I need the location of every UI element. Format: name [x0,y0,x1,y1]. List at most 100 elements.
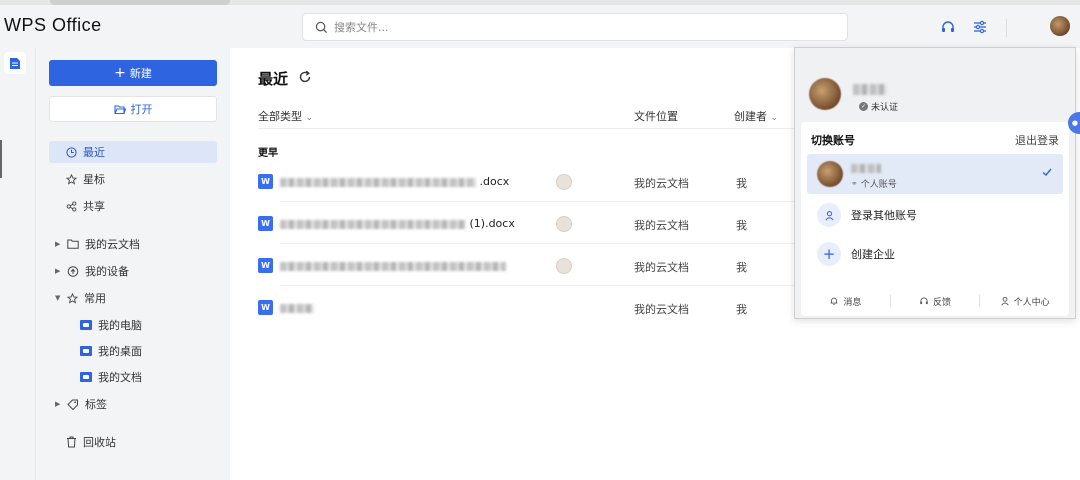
sidebar: + 新建 打开 最近 星标 共享 ▶ 我的云文档 ▶ 我的设备 ▼ 常用 我的电… [36,48,230,480]
sidebar-item-cloud-docs[interactable]: ▶ 我的云文档 [49,233,217,255]
sidebar-item-starred[interactable]: 星标 [49,168,217,190]
table-row[interactable]: W (1).docx 我的云文档 我 [258,202,798,244]
chevron-down-icon: ⌄ [305,113,314,123]
file-name [280,301,314,314]
sidebar-item-label: 回收站 [83,436,116,449]
open-button-label: 打开 [130,103,153,116]
avatar [556,258,572,274]
column-header-location: 文件位置 [634,110,678,123]
sidebar-item-tags[interactable]: ▶ 标签 [49,393,217,415]
verify-badge-icon: ✓ [859,102,868,111]
new-button-label: 新建 [129,67,152,80]
app-logo: WPS Office [4,15,102,35]
left-rail [0,48,36,480]
sidebar-item-label: 我的文档 [98,371,142,384]
user-name [853,82,887,96]
group-label: 更早 [258,148,278,159]
sidebar-item-common[interactable]: ▼ 常用 [49,287,217,309]
sidebar-item-my-computer[interactable]: 我的电脑 [80,314,142,336]
account-type: ⚭ 个人账号 [851,177,897,190]
headset-icon [920,297,928,305]
caret-down-icon[interactable]: ▼ [55,294,60,302]
filter-type-dropdown[interactable]: 全部类型 ⌄ [258,108,313,124]
sidebar-item-recent[interactable]: 最近 [49,141,217,163]
word-doc-icon: W [258,300,273,315]
folder-icon [80,372,92,382]
column-header-creator: 创建者 [734,110,767,123]
personal-center-button[interactable]: 个人中心 [980,295,1069,308]
file-creator: 我 [736,303,747,316]
messages-label: 消息 [843,297,862,308]
sidebar-item-shared[interactable]: 共享 [49,195,217,217]
sidebar-item-label: 星标 [83,173,105,186]
tag-icon [67,399,78,410]
verification-status[interactable]: ✓ 未认证 [859,100,898,113]
table-row[interactable]: W 我的云文档 我 [258,244,798,286]
account-name [851,161,881,175]
doc-icon[interactable] [4,52,26,74]
user-avatar[interactable] [1050,16,1070,36]
sidebar-item-label: 共享 [83,200,105,213]
word-doc-icon: W [258,216,273,231]
login-other-account-label: 登录其他账号 [851,209,917,222]
sidebar-item-trash[interactable]: 回收站 [49,431,217,453]
sidebar-item-label: 我的电脑 [98,319,142,332]
caret-right-icon[interactable]: ▶ [55,267,60,275]
header-divider [258,128,798,129]
sidebar-item-label: 我的设备 [85,265,129,278]
account-card: 切换账号 退出登录 ⚭ 个人账号 登录其他账号 + 创建企业 消息 反馈 个人中… [801,122,1069,316]
column-header-creator-dropdown[interactable]: 创建者 ⌄ [734,108,778,124]
caret-right-icon[interactable]: ▶ [55,240,60,248]
folder-icon [67,239,79,249]
file-name [280,259,506,272]
word-doc-icon: W [258,174,273,189]
rail-marker [0,140,2,178]
redacted-text [280,219,466,229]
search-box[interactable] [302,13,848,41]
user-icon [1000,296,1009,306]
logout-button[interactable]: 退出登录 [1015,132,1059,148]
file-location: 我的云文档 [634,303,689,316]
personal-center-label: 个人中心 [1013,297,1050,308]
current-account-item[interactable]: ⚭ 个人账号 [807,154,1063,194]
cloud-upload-icon [67,265,79,277]
settings-sliders-icon[interactable] [972,19,988,35]
folder-icon [80,346,92,356]
assistant-icon: ● [1071,119,1078,127]
switch-account-heading: 切换账号 [811,134,855,147]
plus-icon: + [114,65,126,81]
verification-status-label: 未认证 [871,103,899,113]
headset-icon[interactable] [940,19,956,35]
sidebar-item-my-desktop[interactable]: 我的桌面 [80,340,142,362]
popup-footer: 消息 反馈 个人中心 [801,286,1069,316]
sidebar-item-devices[interactable]: ▶ 我的设备 [49,260,217,282]
sidebar-item-label: 我的云文档 [85,238,140,251]
share-icon [66,200,77,212]
table-row[interactable]: W .docx 我的云文档 我 [258,160,798,202]
table-row[interactable]: W 我的云文档 我 [258,286,798,328]
messages-button[interactable]: 消息 [801,295,890,308]
new-button[interactable]: + 新建 [49,60,217,86]
open-button[interactable]: 打开 [49,96,217,122]
feedback-button[interactable]: 反馈 [891,295,980,308]
sidebar-item-label: 我的桌面 [98,345,142,358]
chevron-down-icon: ⌄ [770,113,779,123]
search-input[interactable] [334,20,814,34]
create-enterprise-button[interactable]: + 创建企业 [817,241,895,267]
sidebar-item-my-documents[interactable]: 我的文档 [80,366,142,388]
redacted-text [851,164,881,173]
file-name: .docx [280,175,509,188]
folder-icon [80,320,92,330]
caret-right-icon[interactable]: ▶ [55,400,60,408]
sidebar-item-label: 标签 [85,398,107,411]
feedback-label: 反馈 [933,297,952,308]
file-name-suffix: .docx [479,175,510,188]
folder-open-icon [113,104,126,114]
login-other-account-button[interactable]: 登录其他账号 [817,202,917,228]
trash-icon [67,436,76,448]
star-icon [67,292,78,304]
refresh-icon[interactable] [298,70,312,84]
link-icon: ⚭ [851,179,858,188]
avatar [556,174,572,190]
file-location: 我的云文档 [634,177,689,190]
